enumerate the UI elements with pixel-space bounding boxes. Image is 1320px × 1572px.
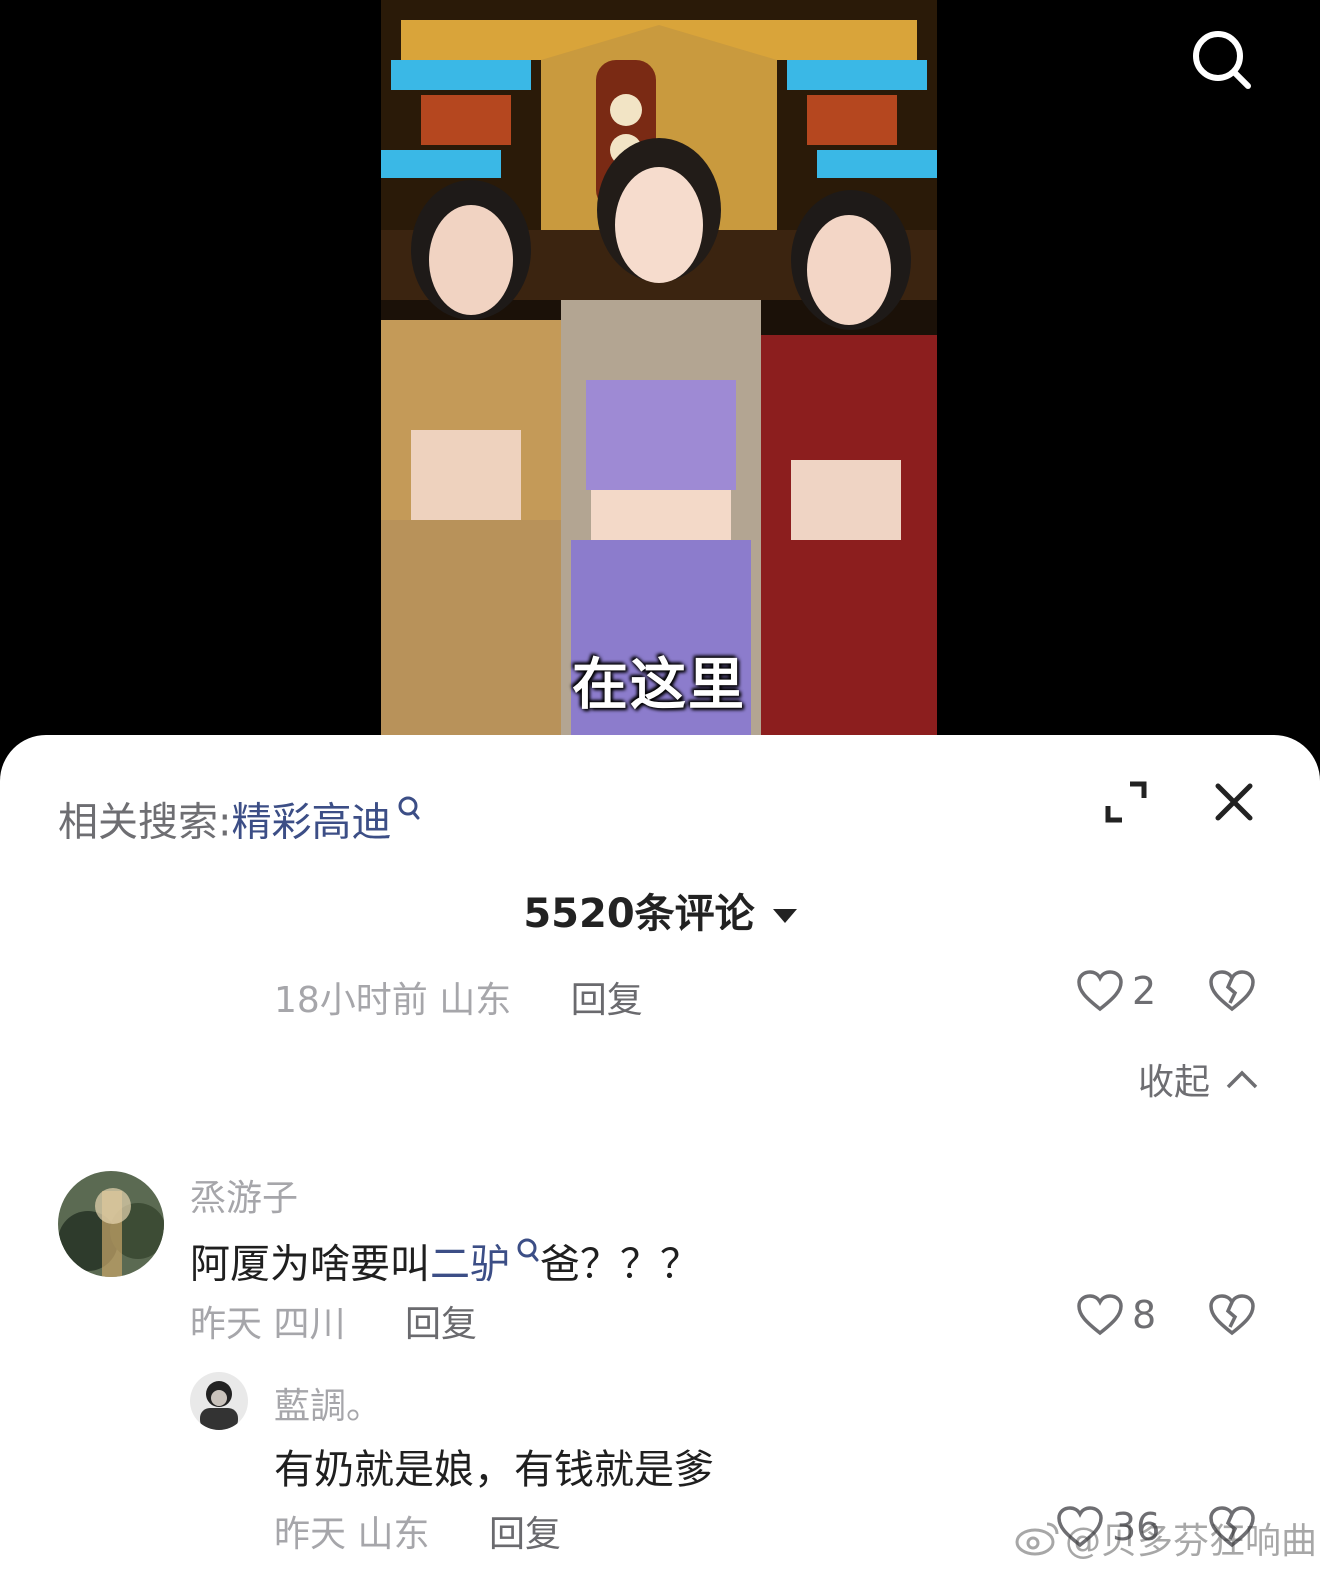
prev-reply-region: 山东 — [439, 980, 512, 1021]
screen: 在这里 相关搜索:精彩高迪 5520条评论 18小时前 山东 回复 2 收起 烝… — [0, 0, 1320, 1572]
comment-keyword-link[interactable]: 二驴 — [430, 1241, 510, 1287]
comment-region: 四川 — [273, 1304, 346, 1345]
video-thumbnail-image — [381, 0, 937, 735]
broken-heart-icon[interactable] — [1208, 969, 1256, 1017]
prev-reply-like-button[interactable]: 2 — [1076, 967, 1156, 1015]
comment-text: 阿厦为啥要叫二驴 爸？？？ — [190, 1227, 700, 1289]
reply-time: 昨天 — [274, 1514, 347, 1555]
reply-region: 山东 — [357, 1514, 430, 1555]
comment-reply-button[interactable]: 回复 — [405, 1304, 477, 1345]
prev-reply-reply-button[interactable]: 回复 — [571, 980, 643, 1021]
comments-sheet: 相关搜索:精彩高迪 5520条评论 18小时前 山东 回复 2 收起 烝游子 阿… — [0, 735, 1320, 1572]
reply-text: 有奶就是娘，有钱就是爹 — [274, 1447, 714, 1493]
video-subtitle: 在这里 — [572, 652, 746, 718]
weibo-watermark: @贝多芬狂响曲 — [1015, 1512, 1317, 1564]
comment-text-part: 阿厦为啥要叫 — [190, 1241, 430, 1288]
prev-reply-meta: 18小时前 山东 回复 — [274, 971, 643, 1023]
search-icon[interactable] — [1190, 28, 1254, 92]
related-search-keyword[interactable]: 精彩高迪 — [231, 799, 391, 845]
related-search: 相关搜索:精彩高迪 — [58, 785, 421, 847]
broken-heart-icon[interactable] — [1208, 1293, 1256, 1341]
expand-icon[interactable] — [1104, 780, 1148, 824]
reply-username[interactable]: 藍調。 — [274, 1377, 382, 1429]
prev-reply-time: 18小时前 — [274, 980, 428, 1021]
comment-like-count: 8 — [1132, 1293, 1157, 1337]
small-search-icon[interactable] — [397, 785, 421, 831]
collapse-replies-button[interactable]: 收起 — [1138, 1053, 1260, 1105]
comment-count-dropdown[interactable]: 5520条评论 — [0, 881, 1320, 939]
collapse-label: 收起 — [1138, 1062, 1211, 1103]
heart-icon — [1077, 970, 1123, 1012]
watermark-text: @贝多芬狂响曲 — [1065, 1521, 1318, 1562]
prev-reply-like-count: 2 — [1132, 969, 1157, 1013]
reply-reply-button[interactable]: 回复 — [489, 1514, 561, 1555]
caret-down-icon — [772, 909, 797, 923]
comment-like-button[interactable]: 8 — [1076, 1291, 1156, 1339]
reply-meta: 昨天 山东 回复 — [274, 1505, 561, 1557]
comment-count-label: 5520条评论 — [523, 891, 755, 937]
avatar[interactable] — [190, 1372, 248, 1430]
comment-text-part: 爸？？？ — [540, 1241, 700, 1288]
comment-meta: 昨天 四川 回复 — [190, 1295, 477, 1347]
related-search-label: 相关搜索: — [58, 799, 232, 846]
video-frame[interactable]: 在这里 — [381, 0, 937, 735]
small-search-icon[interactable] — [516, 1227, 540, 1273]
close-icon[interactable] — [1212, 780, 1256, 824]
heart-icon — [1077, 1294, 1123, 1336]
weibo-logo-icon — [1015, 1522, 1059, 1556]
chevron-up-icon — [1226, 1070, 1258, 1089]
video-player[interactable]: 在这里 — [0, 0, 1320, 760]
comment-time: 昨天 — [190, 1304, 263, 1345]
avatar[interactable] — [58, 1171, 164, 1277]
comment-username[interactable]: 烝游子 — [190, 1169, 298, 1221]
